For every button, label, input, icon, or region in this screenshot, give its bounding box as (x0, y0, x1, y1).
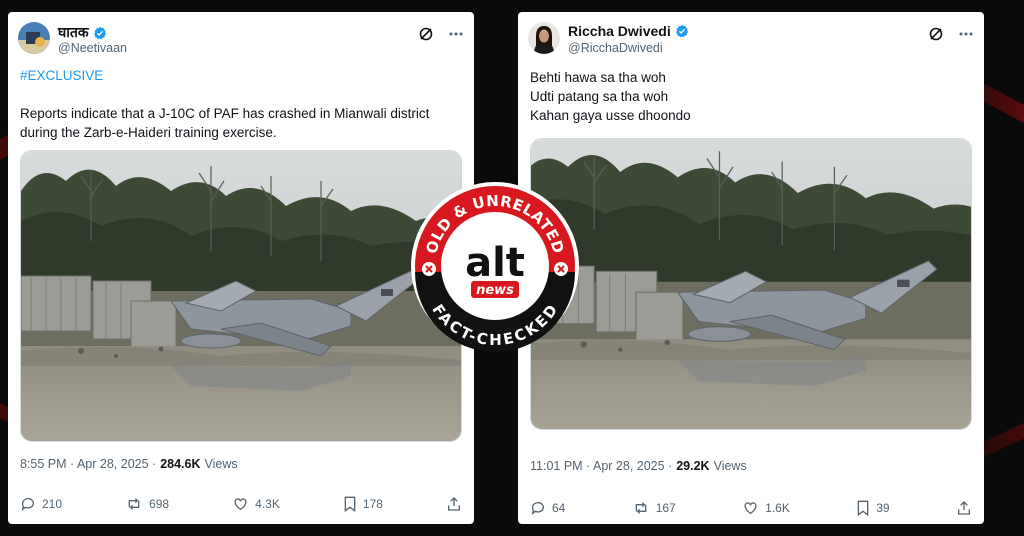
like-icon (234, 498, 247, 511)
bookmark-icon (857, 500, 869, 516)
handle[interactable]: @RicchaDwivedi (568, 41, 663, 55)
tweet-text-line: Kahan gaya usse dhoondo (530, 108, 691, 123)
tweet-meta: 8:55 PM · Apr 28, 2025 · 284.6K Views (20, 457, 238, 471)
grok-icon[interactable] (928, 26, 944, 42)
tweet-media-image[interactable] (20, 150, 462, 442)
tweet-text-line: Reports indicate that a J-10C of PAF has… (20, 106, 430, 121)
like-button[interactable]: 4.3K (232, 496, 280, 512)
tweet-text: Reports indicate that a J-10C of PAF has… (20, 104, 462, 142)
alt-news-logo-sub: news (476, 283, 514, 298)
bookmark-button[interactable]: 39 (856, 500, 890, 516)
repost-count: 167 (655, 501, 676, 515)
close-icon (554, 262, 568, 276)
tweet-header: घातक @Neetivaan (18, 20, 464, 60)
like-button[interactable]: 1.6K (742, 500, 790, 516)
views-count: 284.6K (160, 457, 201, 471)
repost-button[interactable]: 167 (632, 500, 676, 516)
repost-icon (128, 498, 140, 510)
bookmark-button[interactable]: 178 (343, 496, 383, 512)
tweet-text-line: Udti patang sa tha woh (530, 89, 669, 104)
bookmark-count: 178 (362, 497, 383, 511)
grok-icon[interactable] (418, 26, 434, 42)
timestamp[interactable]: 8:55 PM · Apr 28, 2025 · (20, 457, 156, 471)
display-name[interactable]: घातक (58, 23, 107, 42)
tweet-actions: 210 698 4.3K 178 (20, 496, 462, 512)
tweet-card-right[interactable]: Riccha Dwivedi @RicchaDwivedi Behti hawa… (518, 12, 984, 524)
reply-icon (531, 502, 544, 515)
like-count: 4.3K (255, 497, 280, 511)
tweet-actions: 64 167 1.6K 39 (530, 500, 972, 516)
reply-icon (21, 498, 34, 511)
reply-count: 210 (42, 497, 63, 511)
avatar[interactable] (528, 22, 560, 54)
tweet-hashtag-line: #EXCLUSIVE (20, 66, 462, 85)
tweet-header: Riccha Dwivedi @RicchaDwivedi (528, 20, 974, 60)
fact-check-badge: OLD & UNRELATED FACT-CHECKED alt news (411, 182, 579, 352)
verified-badge-icon (93, 26, 106, 39)
share-button[interactable] (446, 496, 462, 512)
repost-button[interactable]: 698 (125, 496, 169, 512)
avatar[interactable] (18, 22, 50, 54)
tweet-text-line: Behti hawa sa tha woh (530, 70, 666, 85)
tweet-card-left[interactable]: घातक @Neetivaan #EXCLUSIVE Reports indic… (8, 12, 474, 524)
repost-count: 698 (149, 497, 170, 511)
handle[interactable]: @Neetivaan (58, 41, 127, 55)
verified-badge-icon (675, 24, 688, 38)
share-icon (958, 501, 970, 515)
avatar-image (528, 22, 560, 54)
avatar-image (18, 22, 50, 54)
views-label: Views (204, 457, 238, 471)
views-count: 29.2K (676, 459, 710, 473)
crashed-jet-photo (21, 151, 461, 441)
share-button[interactable] (956, 500, 972, 516)
hashtag-link[interactable]: #EXCLUSIVE (20, 66, 462, 85)
more-icon[interactable] (958, 26, 974, 42)
more-icon[interactable] (448, 26, 464, 42)
like-count: 1.6K (765, 501, 790, 515)
tweet-text-line: during the Zarb-e-Haideri training exerc… (20, 125, 277, 140)
display-name[interactable]: Riccha Dwivedi (568, 23, 689, 39)
tweet-media-image[interactable] (530, 138, 972, 430)
reply-button[interactable]: 210 (20, 496, 62, 512)
views-label: Views (713, 459, 747, 473)
reply-button[interactable]: 64 (530, 500, 565, 516)
timestamp[interactable]: 11:01 PM · Apr 28, 2025 · (530, 459, 672, 473)
share-icon (447, 497, 460, 511)
reply-count: 64 (552, 501, 566, 515)
bookmark-count: 39 (876, 501, 890, 515)
like-icon (744, 502, 757, 515)
tweet-meta: 11:01 PM · Apr 28, 2025 · 29.2K Views (530, 459, 747, 473)
repost-icon (635, 502, 647, 514)
close-icon (422, 262, 436, 276)
alt-news-logo: alt (465, 240, 525, 286)
tweet-text: Behti hawa sa tha woh Udti patang sa tha… (530, 68, 972, 125)
crashed-jet-photo (531, 139, 971, 429)
bookmark-icon (344, 496, 356, 512)
